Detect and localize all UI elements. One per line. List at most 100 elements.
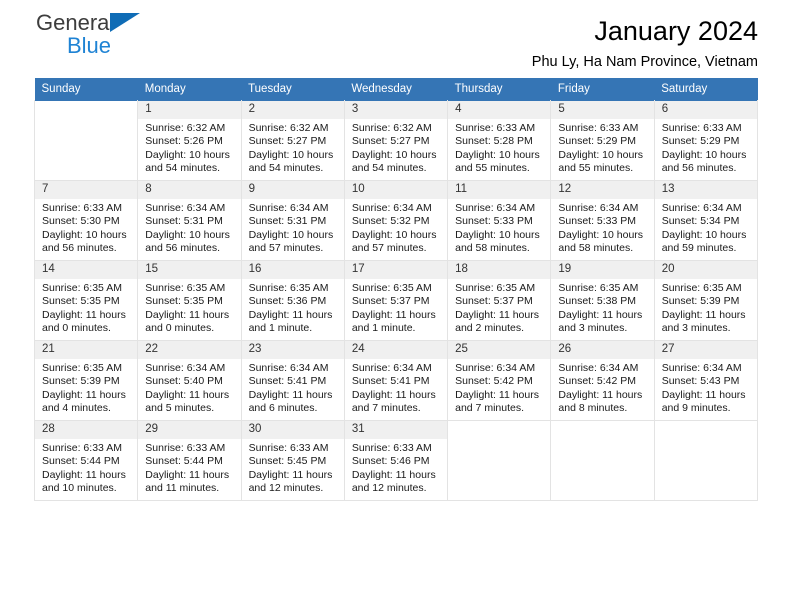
daylight-text-line1: Daylight: 11 hours <box>351 308 436 321</box>
day-number: 24 <box>344 341 448 359</box>
daylight-text-line2: and 10 minutes. <box>42 482 117 495</box>
calendar-day-cell[interactable]: 29 Sunrise: 6:33 AM Sunset: 5:44 PM Dayligh… <box>137 420 242 501</box>
day-number: 11 <box>448 181 551 199</box>
calendar-day-cell[interactable]: 8 Sunrise: 6:34 AM Sunset: 5:31 PM Daylight… <box>137 180 242 261</box>
calendar-day-cell-empty <box>653 420 759 501</box>
daylight-text-line1: Daylight: 11 hours <box>351 388 436 401</box>
calendar-day-cell[interactable]: 3 Sunrise: 6:32 AM Sunset: 5:27 PM Daylight… <box>343 100 449 181</box>
calendar-day-cell[interactable]: 25 Sunrise: 6:34 AM Sunset: 5:42 PM Dayligh… <box>447 340 552 421</box>
calendar-day-cell[interactable]: 13 Sunrise: 6:34 AM Sunset: 5:34 PM Dayligh… <box>653 180 759 261</box>
day-number: 31 <box>344 421 448 439</box>
day-number: 17 <box>344 261 448 279</box>
calendar-day-cell[interactable]: 17 Sunrise: 6:35 AM Sunset: 5:37 PM Dayligh… <box>343 260 449 341</box>
sunset-text: Sunset: 5:44 PM <box>42 455 120 468</box>
day-details: Sunrise: 6:33 AM Sunset: 5:45 PM Daylight:… <box>242 439 344 496</box>
calendar-day-cell[interactable]: 9 Sunrise: 6:34 AM Sunset: 5:31 PM Daylight… <box>240 180 345 261</box>
calendar-day-cell[interactable]: 28 Sunrise: 6:33 AM Sunset: 5:44 PM Dayligh… <box>33 420 139 501</box>
sunrise-text: Sunrise: 6:32 AM <box>145 122 226 134</box>
calendar-table: Sunday Monday Tuesday Wednesday Thursday… <box>33 78 759 501</box>
sunset-text: Sunset: 5:30 PM <box>42 215 120 228</box>
calendar-day-cell[interactable]: 19 Sunrise: 6:35 AM Sunset: 5:38 PM Dayligh… <box>550 260 655 341</box>
calendar-day-cell[interactable]: 18 Sunrise: 6:35 AM Sunset: 5:37 PM Dayligh… <box>447 260 552 341</box>
calendar-day-cell[interactable]: 5 Sunrise: 6:33 AM Sunset: 5:29 PM Daylight… <box>550 100 655 181</box>
calendar-day-cell[interactable]: 16 Sunrise: 6:35 AM Sunset: 5:36 PM Dayligh… <box>240 260 345 341</box>
calendar-day-cell[interactable]: 12 Sunrise: 6:34 AM Sunset: 5:33 PM Dayligh… <box>550 180 655 261</box>
sunrise-text: Sunrise: 6:34 AM <box>145 202 226 214</box>
calendar-day-cell[interactable]: 7 Sunrise: 6:33 AM Sunset: 5:30 PM Daylight… <box>33 180 139 261</box>
calendar-day-cell-empty <box>550 420 655 501</box>
calendar-day-cell[interactable]: 27 Sunrise: 6:34 AM Sunset: 5:43 PM Dayligh… <box>653 340 759 421</box>
calendar-day-cell[interactable]: 21 Sunrise: 6:35 AM Sunset: 5:39 PM Dayligh… <box>33 340 139 421</box>
daylight-text-line1: Daylight: 11 hours <box>558 308 643 321</box>
calendar-day-cell[interactable]: 31 Sunrise: 6:33 AM Sunset: 5:46 PM Dayligh… <box>343 420 449 501</box>
calendar-day-cell[interactable]: 23 Sunrise: 6:34 AM Sunset: 5:41 PM Dayligh… <box>240 340 345 421</box>
daylight-text-line2: and 1 minute. <box>351 322 416 335</box>
page-subtitle: Phu Ly, Ha Nam Province, Vietnam <box>531 54 758 70</box>
sunset-text: Sunset: 5:27 PM <box>351 135 430 148</box>
day-number: 20 <box>654 261 757 279</box>
weekday-header-saturday: Saturday <box>654 78 758 101</box>
sunset-text: Sunset: 5:42 PM <box>455 375 533 388</box>
daylight-text-line1: Daylight: 11 hours <box>248 388 333 401</box>
day-number <box>35 101 138 108</box>
daylight-text-line1: Daylight: 10 hours <box>455 228 540 241</box>
sunset-text: Sunset: 5:42 PM <box>558 375 637 388</box>
sunrise-text: Sunrise: 6:34 AM <box>558 362 639 374</box>
weekday-header-thursday: Thursday <box>447 78 551 101</box>
day-number: 16 <box>241 261 344 279</box>
day-details: Sunrise: 6:35 AM Sunset: 5:37 PM Daylight:… <box>448 279 550 336</box>
sunset-text: Sunset: 5:39 PM <box>661 295 740 308</box>
calendar-week-row: 21 Sunrise: 6:35 AM Sunset: 5:39 PM Dayligh… <box>33 340 759 421</box>
logo-text-general: General <box>36 12 140 34</box>
daylight-text-line2: and 55 minutes. <box>455 162 530 175</box>
daylight-text-line2: and 56 minutes. <box>42 242 117 255</box>
calendar-day-cell[interactable]: 22 Sunrise: 6:34 AM Sunset: 5:40 PM Dayligh… <box>137 340 242 421</box>
sunrise-text: Sunrise: 6:33 AM <box>558 122 639 134</box>
sunrise-text: Sunrise: 6:35 AM <box>455 282 536 294</box>
calendar-day-cell[interactable]: 14 Sunrise: 6:35 AM Sunset: 5:35 PM Dayligh… <box>33 260 139 341</box>
day-number <box>551 421 654 428</box>
calendar-day-cell[interactable]: 20 Sunrise: 6:35 AM Sunset: 5:39 PM Dayligh… <box>653 260 759 341</box>
sunrise-text: Sunrise: 6:33 AM <box>661 122 742 134</box>
calendar-day-cell[interactable]: 4 Sunrise: 6:33 AM Sunset: 5:28 PM Daylight… <box>447 100 552 181</box>
calendar-day-cell[interactable]: 10 Sunrise: 6:34 AM Sunset: 5:32 PM Dayligh… <box>343 180 449 261</box>
sunset-text: Sunset: 5:33 PM <box>558 215 637 228</box>
day-details: Sunrise: 6:34 AM Sunset: 5:31 PM Daylight:… <box>242 199 344 256</box>
sunset-text: Sunset: 5:35 PM <box>145 295 223 308</box>
daylight-text-line1: Daylight: 10 hours <box>248 228 334 241</box>
sunset-text: Sunset: 5:29 PM <box>558 135 637 148</box>
sunrise-text: Sunrise: 6:35 AM <box>145 282 226 294</box>
sunrise-text: Sunrise: 6:33 AM <box>145 442 226 454</box>
sunrise-text: Sunrise: 6:34 AM <box>248 362 329 374</box>
sunrise-text: Sunrise: 6:34 AM <box>455 202 536 214</box>
daylight-text-line1: Daylight: 10 hours <box>42 228 127 241</box>
calendar-day-cell[interactable]: 24 Sunrise: 6:34 AM Sunset: 5:41 PM Dayligh… <box>343 340 449 421</box>
day-number: 13 <box>654 181 757 199</box>
daylight-text-line2: and 57 minutes. <box>248 242 324 255</box>
calendar-page: General Blue January 2024 Phu Ly, Ha Nam… <box>0 0 792 612</box>
calendar-day-cell[interactable]: 26 Sunrise: 6:34 AM Sunset: 5:42 PM Dayligh… <box>550 340 655 421</box>
daylight-text-line2: and 55 minutes. <box>558 162 634 175</box>
general-blue-logo[interactable]: General Blue <box>36 12 140 57</box>
daylight-text-line1: Daylight: 10 hours <box>455 148 540 161</box>
calendar-day-cell[interactable]: 11 Sunrise: 6:34 AM Sunset: 5:33 PM Dayligh… <box>447 180 552 261</box>
sunset-text: Sunset: 5:44 PM <box>145 455 223 468</box>
sunset-text: Sunset: 5:46 PM <box>351 455 430 468</box>
sunset-text: Sunset: 5:41 PM <box>351 375 430 388</box>
day-number: 23 <box>241 341 344 359</box>
triangle-icon <box>110 13 140 32</box>
calendar-day-cell[interactable]: 2 Sunrise: 6:32 AM Sunset: 5:27 PM Daylight… <box>240 100 345 181</box>
calendar-day-cell[interactable]: 6 Sunrise: 6:33 AM Sunset: 5:29 PM Daylight… <box>653 100 759 181</box>
calendar-day-cell[interactable]: 15 Sunrise: 6:35 AM Sunset: 5:35 PM Dayligh… <box>137 260 242 341</box>
calendar-day-cell[interactable]: 30 Sunrise: 6:33 AM Sunset: 5:45 PM Dayligh… <box>240 420 345 501</box>
daylight-text-line1: Daylight: 10 hours <box>351 228 437 241</box>
sunset-text: Sunset: 5:36 PM <box>248 295 327 308</box>
calendar-day-cell[interactable]: 1 Sunrise: 6:32 AM Sunset: 5:26 PM Daylight… <box>137 100 242 181</box>
sunrise-text: Sunrise: 6:35 AM <box>42 362 122 374</box>
day-number: 27 <box>654 341 757 359</box>
day-details: Sunrise: 6:33 AM Sunset: 5:46 PM Daylight:… <box>345 439 447 496</box>
day-number: 6 <box>654 101 757 119</box>
daylight-text-line2: and 57 minutes. <box>351 242 427 255</box>
sunset-text: Sunset: 5:33 PM <box>455 215 533 228</box>
sunset-text: Sunset: 5:31 PM <box>248 215 327 228</box>
